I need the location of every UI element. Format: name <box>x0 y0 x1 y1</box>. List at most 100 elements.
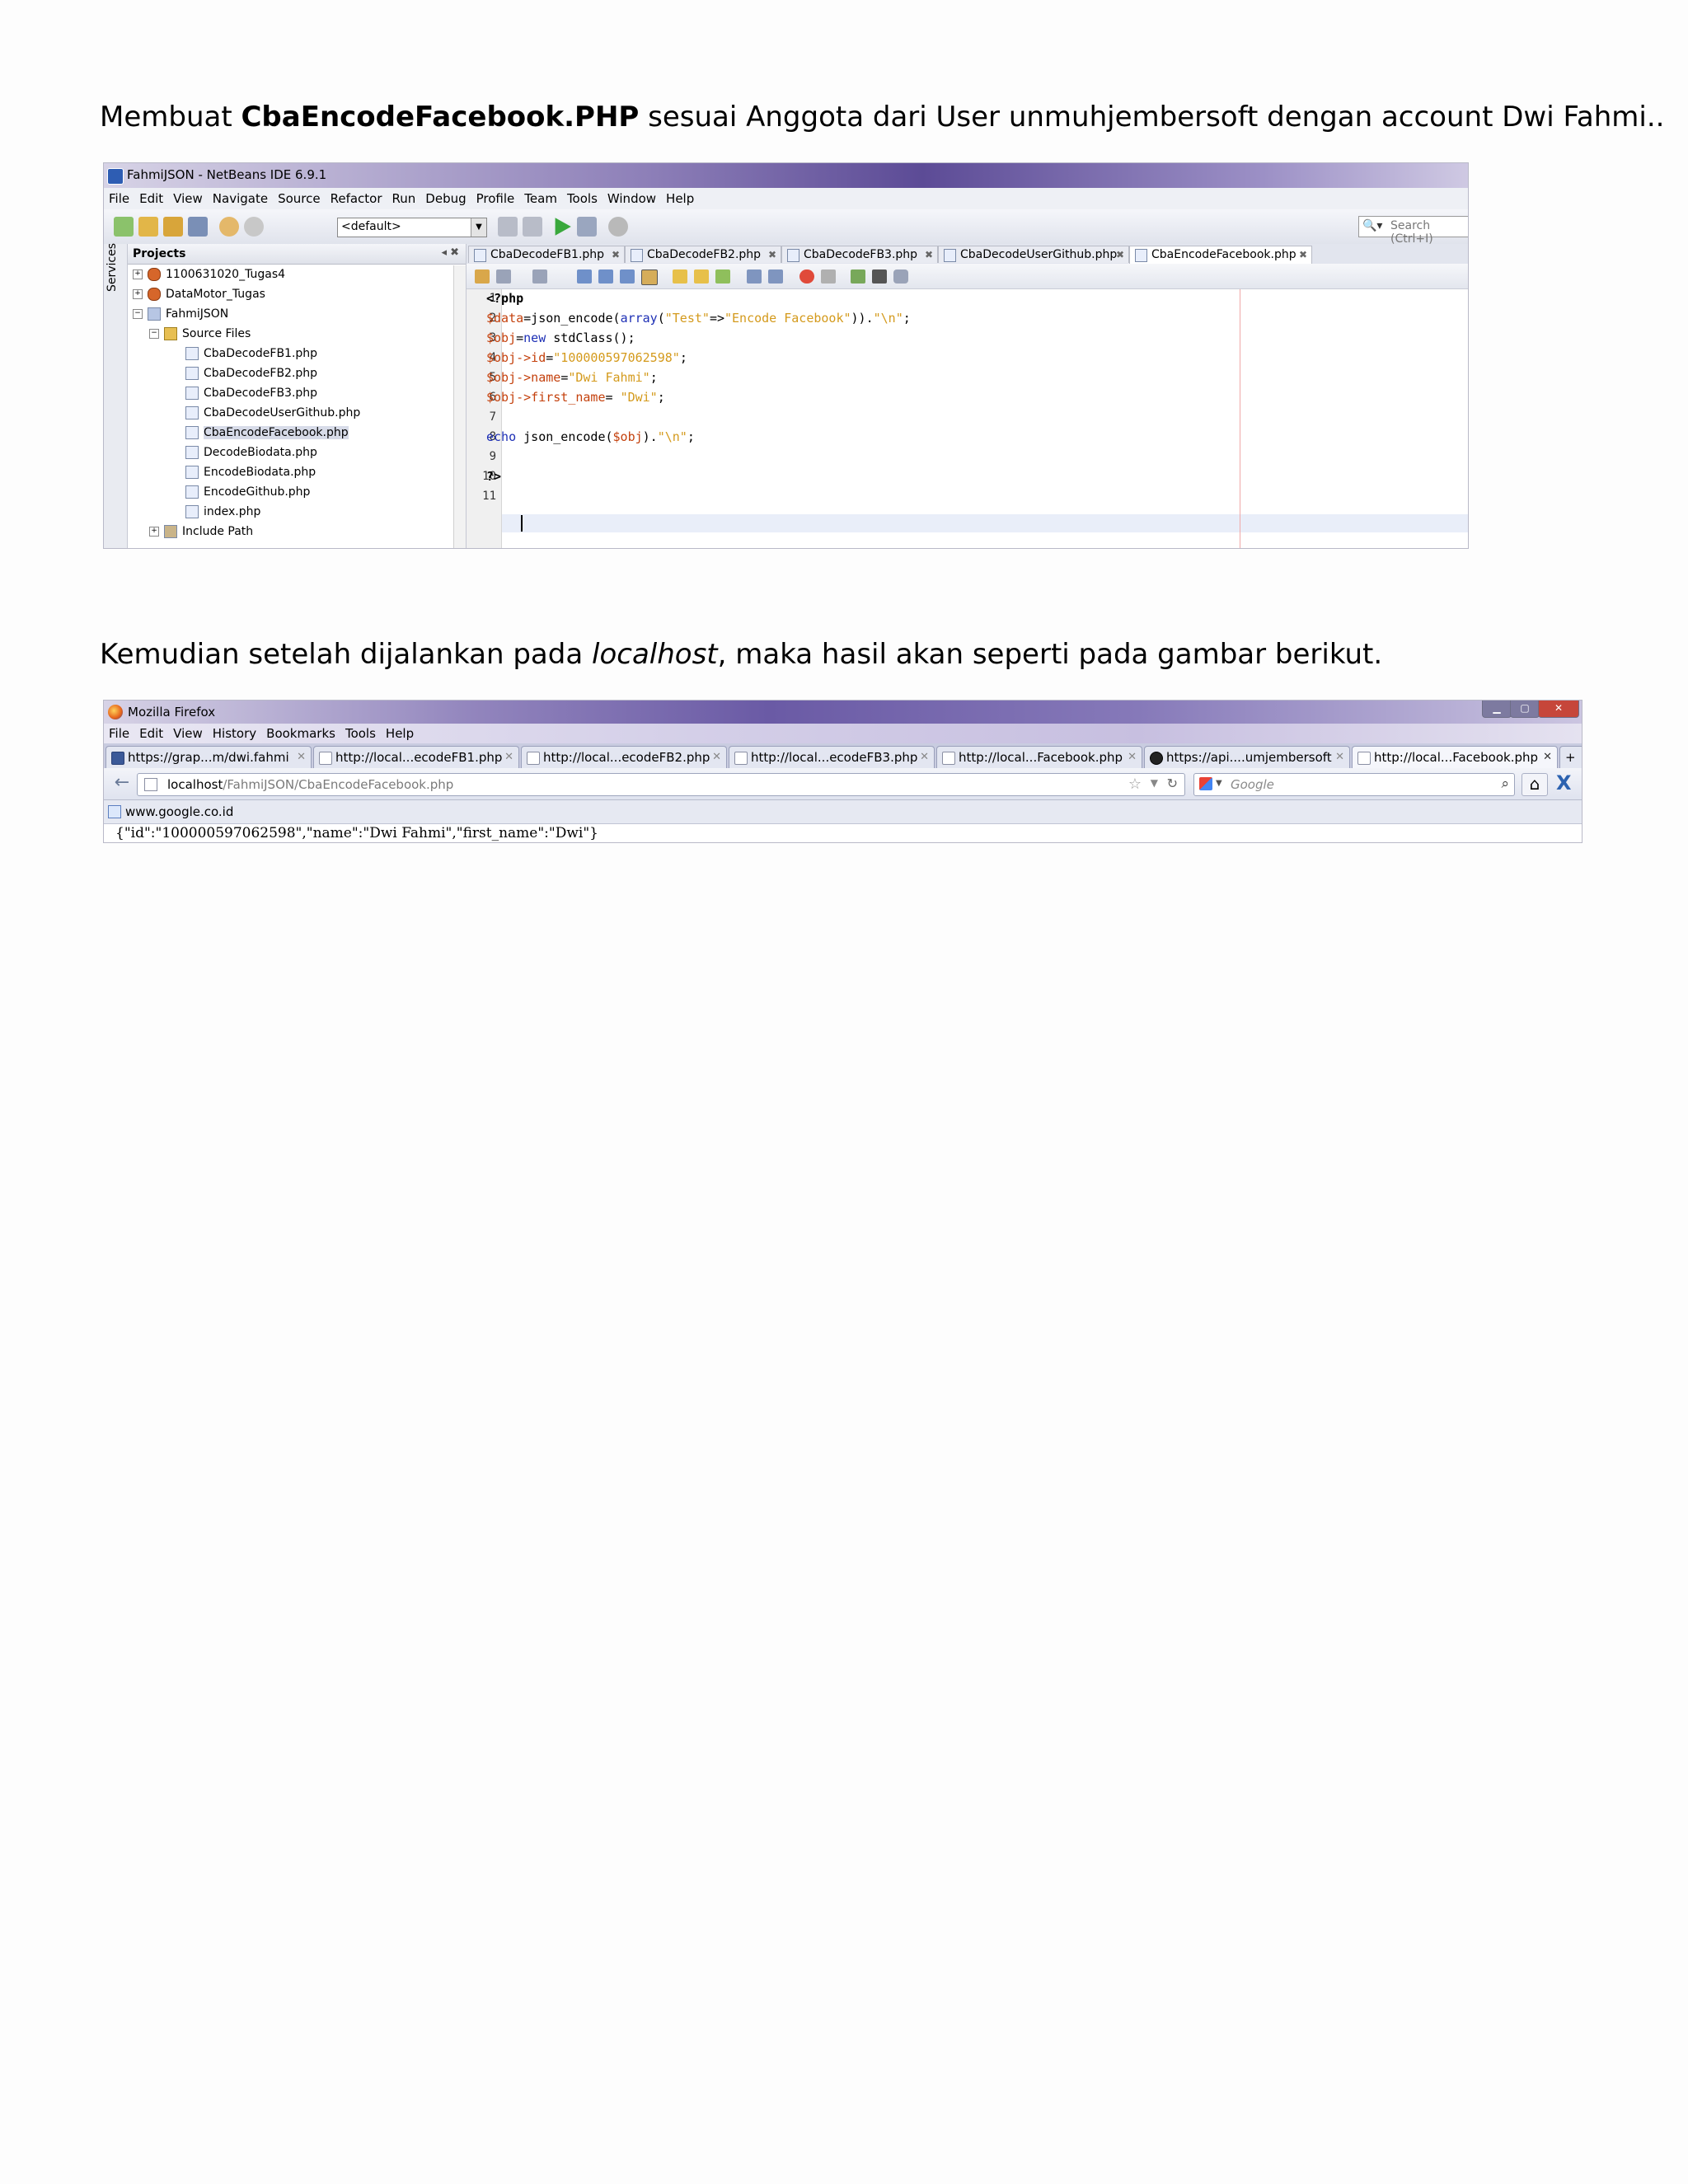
new-tab-button[interactable]: + <box>1559 746 1582 768</box>
comment-icon[interactable] <box>851 269 865 284</box>
close-tab-icon[interactable]: ✕ <box>297 747 306 768</box>
addon-x-icon[interactable]: X <box>1556 771 1572 794</box>
menu-refactor[interactable]: Refactor <box>326 188 387 206</box>
toggle-bookmark-icon[interactable] <box>715 269 730 284</box>
start-macro-icon[interactable] <box>799 269 814 284</box>
url-dropdown-icon[interactable]: ▼ <box>1151 777 1158 789</box>
forward-icon[interactable] <box>532 269 547 284</box>
code-line-10[interactable]: ?> <box>486 469 501 484</box>
shift-left-icon[interactable] <box>747 269 762 284</box>
stop-macro-icon[interactable] <box>821 269 836 284</box>
find-icon[interactable] <box>577 269 592 284</box>
collapse-icon[interactable]: − <box>149 329 159 339</box>
close-tab-icon[interactable]: ✕ <box>1128 747 1137 768</box>
browser-tab[interactable]: http://local...ecodeFB3.php ✕ <box>729 746 935 768</box>
back-icon[interactable] <box>496 269 511 284</box>
search-icon[interactable]: ⌕ <box>1501 776 1509 792</box>
menu-view[interactable]: View <box>168 188 208 206</box>
menu-file[interactable]: File <box>104 188 134 206</box>
browser-tab[interactable]: https://api....umjembersoft ✕ <box>1144 746 1350 768</box>
previous-bookmark-icon[interactable] <box>673 269 687 284</box>
tree-scrollbar[interactable] <box>453 265 466 548</box>
uncomment-icon[interactable] <box>872 269 887 284</box>
bookmark-star-icon[interactable]: ☆ <box>1128 776 1142 793</box>
code-line-5[interactable]: $obj->name="Dwi Fahmi"; <box>486 370 658 385</box>
menu-help[interactable]: Help <box>661 188 699 206</box>
collapse-icon[interactable]: − <box>133 309 143 319</box>
tree-item[interactable]: EncodeGithub.php <box>185 483 310 501</box>
close-tab-icon[interactable]: ✖ <box>612 246 620 263</box>
close-icon[interactable]: ◂ ✖ <box>441 246 459 259</box>
close-tab-icon[interactable]: ✖ <box>1299 246 1307 263</box>
menu-debug[interactable]: Debug <box>420 188 471 206</box>
new-file-icon[interactable] <box>114 217 134 237</box>
maximize-icon[interactable]: ▢ <box>1510 701 1540 718</box>
close-tab-icon[interactable]: ✕ <box>504 747 513 768</box>
close-tab-icon[interactable]: ✖ <box>1116 246 1124 263</box>
redo-icon[interactable] <box>244 217 264 237</box>
tab-cbadecodefb1[interactable]: CbaDecodeFB1.php ✖ <box>468 246 625 263</box>
minimize-icon[interactable]: ▁ <box>1482 701 1512 718</box>
close-tab-icon[interactable]: ✕ <box>712 747 721 768</box>
close-window-icon[interactable]: ✕ <box>1538 701 1579 718</box>
tree-item-selected[interactable]: CbaEncodeFacebook.php <box>185 424 349 442</box>
code-line-3[interactable]: $obj=new stdClass(); <box>486 330 635 345</box>
services-sidebar[interactable]: Services <box>104 243 128 548</box>
browser-tab[interactable]: http://local...ecodeFB2.php ✕ <box>521 746 727 768</box>
new-project-icon[interactable] <box>138 217 158 237</box>
menu-view[interactable]: View <box>168 724 208 741</box>
menu-window[interactable]: Window <box>603 188 661 206</box>
menu-team[interactable]: Team <box>519 188 562 206</box>
save-all-icon[interactable] <box>188 217 208 237</box>
web-search-input[interactable]: ▼ Google ⌕ <box>1193 773 1515 796</box>
expand-icon[interactable]: + <box>149 527 159 537</box>
tree-item[interactable]: CbaDecodeFB1.php <box>185 344 317 363</box>
find-previous-icon[interactable] <box>598 269 613 284</box>
tree-item[interactable]: − Source Files <box>149 325 251 343</box>
shift-right-icon[interactable] <box>768 269 783 284</box>
database-icon[interactable] <box>893 269 908 284</box>
profile-icon[interactable] <box>608 217 628 237</box>
menu-file[interactable]: File <box>104 724 134 741</box>
close-tab-icon[interactable]: ✕ <box>920 747 929 768</box>
menu-edit[interactable]: Edit <box>134 724 168 741</box>
run-icon[interactable] <box>555 218 571 236</box>
menu-tools[interactable]: Tools <box>562 188 603 206</box>
close-tab-icon[interactable]: ✕ <box>1335 747 1344 768</box>
menu-edit[interactable]: Edit <box>134 188 168 206</box>
close-tab-icon[interactable]: ✕ <box>1543 747 1552 768</box>
chevron-down-icon[interactable]: ▼ <box>1216 779 1222 788</box>
menu-history[interactable]: History <box>208 724 261 741</box>
browser-tab[interactable]: http://local...ecodeFB1.php ✕ <box>313 746 519 768</box>
open-project-icon[interactable] <box>163 217 183 237</box>
tree-item[interactable]: − FahmiJSON <box>133 305 228 323</box>
tree-item[interactable]: + Include Path <box>149 523 253 541</box>
code-line-1[interactable]: <?php <box>486 291 523 306</box>
reload-icon[interactable]: ↻ <box>1167 776 1178 791</box>
tab-cbaencodefacebook[interactable]: CbaEncodeFacebook.php ✖ <box>1129 246 1312 265</box>
menu-run[interactable]: Run <box>387 188 421 206</box>
tree-item[interactable]: index.php <box>185 503 260 521</box>
close-tab-icon[interactable]: ✖ <box>925 246 933 263</box>
tree-item[interactable]: DecodeBiodata.php <box>185 443 317 462</box>
menu-profile[interactable]: Profile <box>471 188 520 206</box>
source-history-icon[interactable] <box>475 269 490 284</box>
home-icon[interactable]: ⌂ <box>1522 773 1548 796</box>
tree-item[interactable]: CbaDecodeUserGithub.php <box>185 404 360 422</box>
code-line-6[interactable]: $obj->first_name= "Dwi"; <box>486 390 665 405</box>
menu-tools[interactable]: Tools <box>340 724 381 741</box>
menu-source[interactable]: Source <box>273 188 326 206</box>
debug-icon[interactable] <box>577 217 597 237</box>
tree-item[interactable]: CbaDecodeFB3.php <box>185 384 317 402</box>
undo-icon[interactable] <box>219 217 239 237</box>
code-line-2[interactable]: $data=json_encode(array("Test"=>"Encode … <box>486 311 911 326</box>
browser-tab[interactable]: http://local...Facebook.php ✕ <box>936 746 1142 768</box>
find-next-icon[interactable] <box>620 269 635 284</box>
close-tab-icon[interactable]: ✖ <box>768 246 776 263</box>
config-select[interactable]: <default> ▼ <box>337 218 487 237</box>
expand-icon[interactable]: + <box>133 289 143 299</box>
tree-item[interactable]: + DataMotor_Tugas <box>133 285 265 303</box>
toggle-highlight-icon[interactable] <box>641 269 658 285</box>
menu-bookmarks[interactable]: Bookmarks <box>261 724 340 741</box>
tab-cbadecodefb3[interactable]: CbaDecodeFB3.php ✖ <box>781 246 938 263</box>
